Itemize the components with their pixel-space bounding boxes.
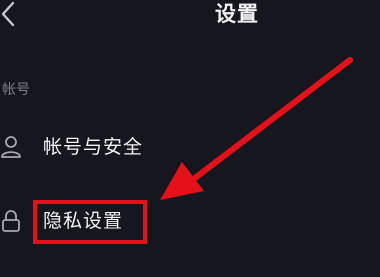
annotation-highlight-box [33,200,147,244]
header: 设置 [0,0,380,36]
user-icon [0,134,22,160]
lock-icon [0,208,22,234]
section-label: 帐号 [2,82,30,98]
settings-item-account-security[interactable]: 帐号与安全 [0,126,380,170]
page-title: 设置 [215,2,259,26]
settings-item-label: 帐号与安全 [43,136,144,158]
